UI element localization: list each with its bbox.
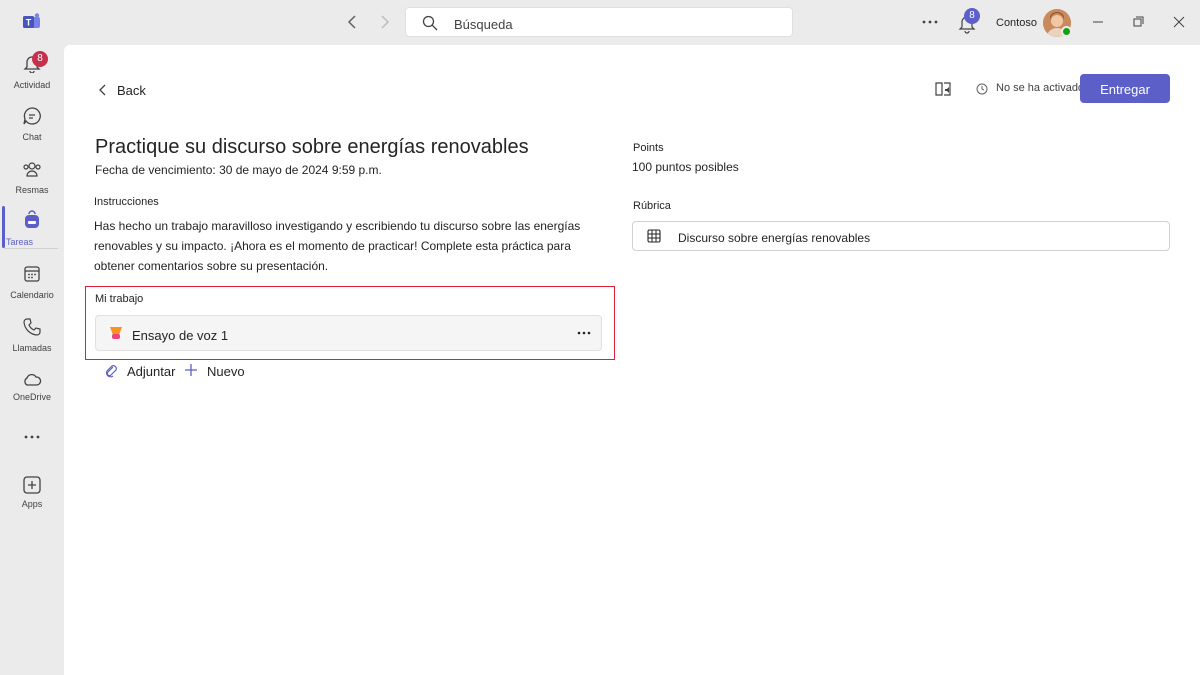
- rubric-label: Rúbrica: [633, 200, 671, 212]
- notification-badge: 8: [964, 8, 980, 24]
- my-work-section: Mi trabajo Ensayo de voz 1: [85, 286, 615, 360]
- close-icon[interactable]: [1171, 14, 1187, 30]
- chat-icon: [23, 107, 41, 125]
- app-rail: 8 Actividad Chat Resmas Tareas Calendari…: [0, 45, 64, 675]
- chevron-right-icon[interactable]: [374, 12, 394, 32]
- add-app-icon: [23, 476, 41, 494]
- activity-badge: 8: [32, 51, 48, 67]
- presence-available-icon: [1061, 26, 1072, 37]
- rail-item-label: Apps: [21, 499, 43, 509]
- rail-item-onedrive[interactable]: OneDrive: [0, 370, 64, 420]
- rail-item-label: Tareas: [6, 237, 34, 247]
- rail-item-label: OneDrive: [12, 392, 51, 402]
- rail-item-actividad[interactable]: 8 Actividad: [0, 51, 64, 103]
- svg-text:T: T: [26, 18, 32, 28]
- rail-item-calendario[interactable]: Calendario: [0, 264, 64, 314]
- immersive-reader-icon[interactable]: [934, 80, 952, 98]
- teams-icon: [23, 162, 41, 177]
- search-icon: [422, 15, 438, 31]
- submit-button[interactable]: Entregar: [1080, 74, 1170, 103]
- plus-icon: [185, 364, 197, 376]
- rail-item-apps[interactable]: Apps: [0, 475, 64, 525]
- calendar-icon: [24, 266, 40, 282]
- instructions-text: Has hecho un trabajo maravilloso investi…: [94, 219, 581, 273]
- rail-item-tareas[interactable]: Tareas: [0, 210, 64, 260]
- rubric-name: Discurso sobre energías renovables: [678, 231, 871, 245]
- rail-divider: [4, 248, 58, 249]
- rail-item-llamadas[interactable]: Llamadas: [0, 317, 64, 367]
- my-work-label: Mi trabajo: [95, 293, 144, 305]
- back-label: Back: [117, 83, 146, 98]
- clock-icon: [976, 83, 988, 95]
- due-date: Fecha de vencimiento: 30 de mayo de 2024…: [95, 163, 382, 177]
- table-icon: [647, 229, 661, 243]
- points-label: Points: [633, 142, 664, 154]
- cloud-icon: [24, 373, 42, 386]
- title-bar: T Búsqueda 8 Contoso: [0, 0, 1200, 45]
- search-input[interactable]: Búsqueda: [405, 7, 793, 37]
- attach-label: Adjuntar: [127, 364, 176, 379]
- work-item-name: Ensayo de voz 1: [132, 328, 229, 343]
- minimize-icon[interactable]: [1090, 14, 1106, 30]
- paperclip-icon: [105, 365, 117, 378]
- rail-item-chat[interactable]: Chat: [0, 106, 64, 156]
- rubric-card[interactable]: Discurso sobre energías renovables: [632, 221, 1170, 251]
- rail-item-label: Resmas: [15, 185, 49, 195]
- work-item[interactable]: Ensayo de voz 1: [95, 315, 602, 351]
- rail-item-label: Calendario: [10, 290, 54, 300]
- search-placeholder: Búsqueda: [454, 17, 513, 32]
- teams-logo-icon: T: [23, 13, 40, 28]
- chevron-left-icon[interactable]: [343, 12, 363, 32]
- more-apps-icon[interactable]: [22, 429, 42, 445]
- more-options-icon[interactable]: [575, 326, 593, 340]
- status-text: No se ha activado: [996, 82, 1085, 94]
- rail-item-label: Chat: [22, 132, 42, 142]
- phone-icon: [23, 318, 41, 336]
- points-value: 100 puntos posibles: [632, 160, 739, 174]
- instructions-label: Instrucciones: [94, 196, 159, 208]
- assignment-panel: Back No se ha activado Entregar Practiqu…: [64, 45, 1200, 675]
- page-title: Practique su discurso sobre energías ren…: [95, 136, 529, 158]
- rail-item-label: Llamadas: [12, 343, 52, 353]
- maximize-icon[interactable]: [1130, 14, 1146, 30]
- chevron-left-icon: [99, 84, 106, 96]
- speech-icon: [110, 327, 122, 339]
- rail-item-resmas[interactable]: Resmas: [0, 159, 64, 209]
- rail-item-label: Actividad: [13, 80, 51, 90]
- org-name[interactable]: Contoso: [996, 17, 1037, 29]
- new-label: Nuevo: [207, 364, 245, 379]
- more-icon[interactable]: [920, 13, 940, 31]
- backpack-icon: [25, 210, 39, 228]
